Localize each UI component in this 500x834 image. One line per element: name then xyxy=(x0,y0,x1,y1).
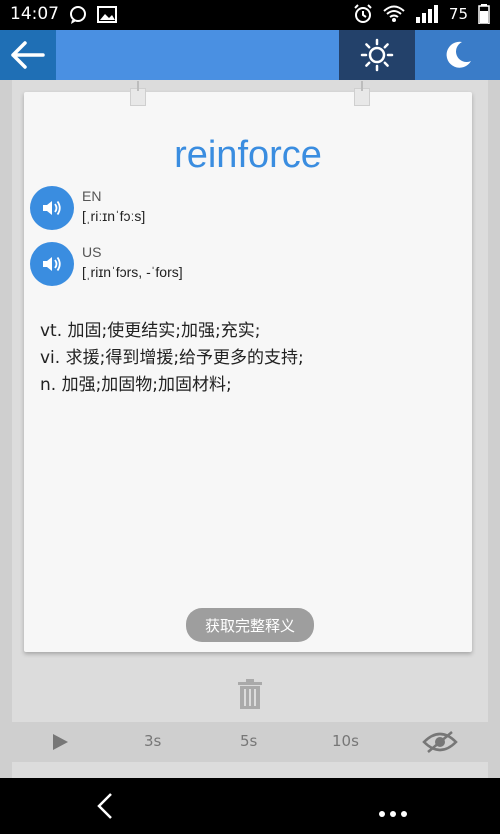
playback-bar: 3s 5s 10s xyxy=(12,722,488,762)
pronunciation-label: US xyxy=(82,244,102,260)
definitions: vt. 加固;使更结实;加强;充实; vi. 求援;得到增援;给予更多的支持; … xyxy=(40,318,460,399)
eye-slash-icon xyxy=(422,731,458,753)
play-button[interactable] xyxy=(50,732,70,756)
back-button[interactable] xyxy=(0,30,56,80)
trash-icon xyxy=(238,679,262,709)
status-right-icons: 75 xyxy=(353,4,490,24)
alarm-icon xyxy=(354,4,372,23)
wifi-icon xyxy=(383,5,405,22)
status-time: 14:07 xyxy=(10,4,59,24)
battery-level: 75 xyxy=(448,5,468,23)
left-gutter xyxy=(0,80,12,778)
battery-icon xyxy=(478,4,490,24)
speaker-icon xyxy=(43,256,61,272)
pronunciation-en: EN [ˌriːɪnˈfɔːs] xyxy=(30,186,450,234)
nav-back-button[interactable] xyxy=(96,792,114,824)
word-title: reinforce xyxy=(174,134,322,176)
sun-icon xyxy=(360,38,394,72)
arrow-left-icon xyxy=(11,41,45,69)
card-pin-left xyxy=(130,81,146,106)
image-notification-icon xyxy=(97,6,117,23)
pronunciation-ipa: [ˌriːɪnˈfɔːs] xyxy=(82,208,146,224)
day-mode-button[interactable] xyxy=(339,30,415,80)
delete-button[interactable] xyxy=(236,678,264,714)
play-icon xyxy=(53,734,68,750)
card-pin-right xyxy=(354,81,370,106)
hide-definition-button[interactable] xyxy=(422,730,458,758)
pronunciation-label: EN xyxy=(82,188,102,204)
right-gutter xyxy=(488,80,500,778)
more-icon xyxy=(379,811,407,817)
content-area: reinforce EN [ˌriːɪnˈfɔːs] US [ˌriɪnˈfɔr… xyxy=(0,80,500,778)
definition-line: n. 加强;加固物;加固材料; xyxy=(40,375,232,395)
interval-5s-button[interactable]: 5s xyxy=(240,732,257,750)
play-en-pronunciation-button[interactable] xyxy=(30,186,74,230)
get-full-definition-button[interactable]: 获取完整释义 xyxy=(186,608,314,642)
chat-notification-icon xyxy=(70,6,86,24)
navigation-bar xyxy=(0,778,500,834)
status-left-icons xyxy=(68,5,118,25)
play-us-pronunciation-button[interactable] xyxy=(30,242,74,286)
definition-line: vi. 求援;得到增援;给予更多的支持; xyxy=(40,348,304,368)
chevron-left-icon xyxy=(97,793,112,819)
moon-icon xyxy=(446,41,471,68)
signal-icon xyxy=(415,5,438,23)
app-bar xyxy=(0,30,500,80)
nav-menu-button[interactable] xyxy=(378,796,408,824)
definition-line: vt. 加固;使更结实;加强;充实; xyxy=(40,321,261,341)
pronunciation-us: US [ˌriɪnˈfɔrs, -ˈfors] xyxy=(30,242,450,290)
status-bar: 14:07 75 xyxy=(0,0,500,30)
interval-3s-button[interactable]: 3s xyxy=(144,732,161,750)
night-mode-button[interactable] xyxy=(415,30,500,80)
interval-10s-button[interactable]: 10s xyxy=(332,732,359,750)
speaker-icon xyxy=(43,200,61,216)
word-card: reinforce EN [ˌriːɪnˈfɔːs] US [ˌriɪnˈfɔr… xyxy=(24,81,472,652)
pronunciation-ipa: [ˌriɪnˈfɔrs, -ˈfors] xyxy=(82,264,183,280)
